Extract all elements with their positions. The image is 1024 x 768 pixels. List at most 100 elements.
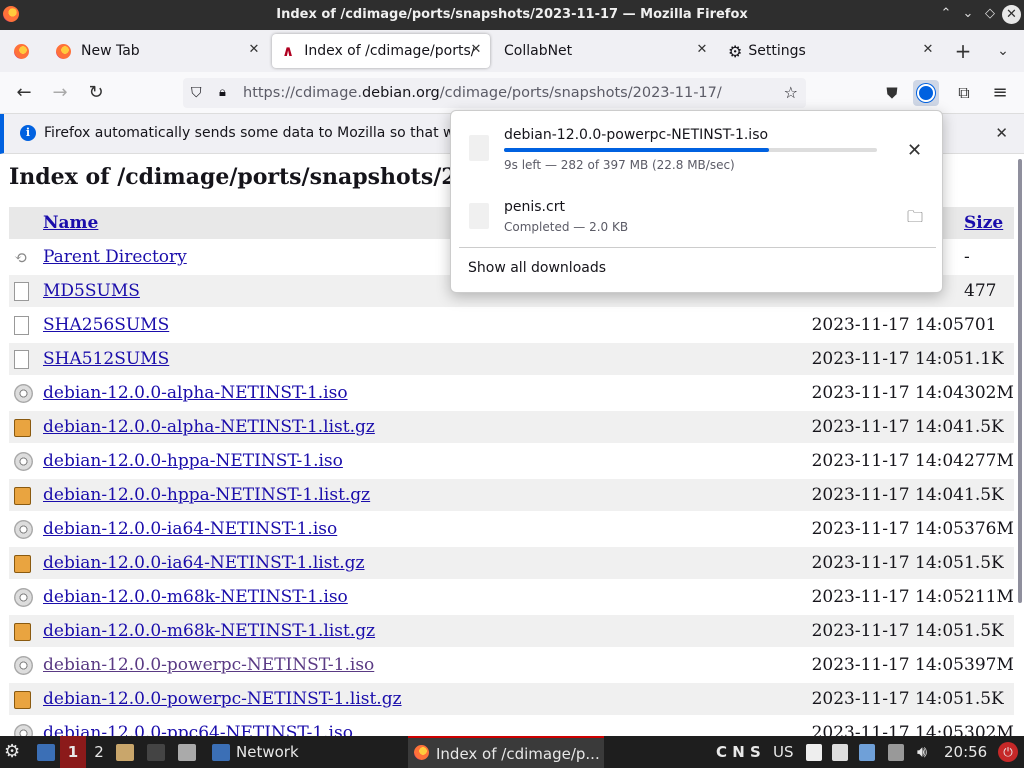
file-link[interactable]: debian-12.0.0-alpha-NETINST-1.iso [43,383,348,403]
file-link[interactable]: SHA512SUMS [43,349,169,369]
tab-new-tab[interactable]: New Tab ✕ [46,34,268,68]
taskbar: ⚙ 1 2 Network Index of /cdimage/p... C N… [0,736,1024,768]
tab-collabnet[interactable]: CollabNet ✕ [494,34,716,68]
table-row: debian-12.0.0-ppc64-NETINST-1.iso 2023-11… [9,717,1014,736]
network-status-icon[interactable] [859,744,875,761]
table-row: debian-12.0.0-ia64-NETINST-1.list.gz 2023… [9,547,1014,579]
name-cell: debian-12.0.0-ia64-NETINST-1.list.gz [43,547,809,579]
disc-icon [14,520,33,539]
url-text[interactable]: https://cdimage.debian.org/cdimage/ports… [243,78,722,108]
size-cell: - [964,247,970,267]
downloads-button[interactable] [913,80,939,106]
file-link[interactable]: SHA256SUMS [43,315,169,335]
disc-icon [14,384,33,403]
debian-favicon-icon: ∧ [282,42,295,60]
extensions-icon[interactable]: ⧉ [951,80,977,106]
file-link[interactable]: debian-12.0.0-hppa-NETINST-1.list.gz [43,485,370,505]
file-link[interactable]: debian-12.0.0-hppa-NETINST-1.iso [43,451,343,471]
reload-button[interactable]: ↻ [83,80,109,106]
text-editor-icon[interactable] [178,744,196,761]
file-link[interactable]: debian-12.0.0-powerpc-NETINST-1.iso [43,655,374,675]
date-cell: 2023-11-17 14:04 [808,411,964,443]
size-cell: 1.5K [964,547,1014,579]
network-window-button[interactable]: Network [236,736,299,768]
firefox-view-icon [13,43,29,59]
size-cell: 302M [964,383,1014,403]
back-button[interactable]: ← [11,80,37,106]
name-sort-link[interactable]: Name [43,213,98,233]
name-cell: debian-12.0.0-ia64-NETINST-1.iso [43,513,809,545]
back-icon: ⟲ [14,247,28,267]
scrollbar[interactable] [1018,159,1022,603]
header-icon-cell [9,207,43,239]
pocket-icon[interactable]: ⛊ [879,80,905,106]
tab-close-icon[interactable]: ✕ [468,42,484,58]
cancel-download-icon[interactable]: ✕ [907,140,922,161]
keep-above-icon[interactable]: ⌃ [936,4,956,24]
app-menu-icon[interactable]: ⚙ [4,736,20,768]
tab-close-icon[interactable]: ✕ [246,42,262,58]
date-cell: 2023-11-17 14:05 [808,615,964,647]
screenshot-icon[interactable] [832,744,848,761]
list-all-tabs-button[interactable]: ⌄ [990,38,1016,64]
file-link[interactable]: Parent Directory [43,247,187,267]
forward-button[interactable]: → [47,80,73,106]
tab-settings[interactable]: ⚙ Settings ✕ [720,34,942,68]
doc-icon [14,316,29,335]
gear-icon: ⚙ [728,41,743,61]
file-link[interactable]: debian-12.0.0-ppc64-NETINST-1.iso [43,723,353,736]
battery-icon[interactable] [888,744,904,761]
row-icon-cell [9,717,43,736]
menu-icon[interactable]: ≡ [987,80,1013,106]
tab-index-of[interactable]: ∧ Index of /cdimage/ports/s ✕ [272,34,490,68]
name-cell: debian-12.0.0-alpha-NETINST-1.iso [43,377,809,409]
maximize-icon[interactable]: ◇ [980,4,1000,24]
doc-icon [14,282,29,301]
tracking-shield-icon[interactable]: ⛉ [191,78,202,108]
date-cell: 2023-11-17 14:04 [811,451,964,471]
file-link[interactable]: debian-12.0.0-ia64-NETINST-1.iso [43,519,337,539]
power-icon[interactable]: ⏻ [998,742,1018,762]
file-link[interactable]: debian-12.0.0-powerpc-NETINST-1.list.gz [43,689,402,709]
minimize-icon[interactable]: ⌄ [958,4,978,24]
size-cell: 477 [964,275,1014,307]
download-name[interactable]: debian-12.0.0-powerpc-NETINST-1.iso [504,127,768,143]
show-desktop-icon[interactable] [37,744,55,761]
terminal-icon[interactable] [147,744,165,761]
file-link[interactable]: debian-12.0.0-m68k-NETINST-1.iso [43,587,348,607]
new-tab-button[interactable]: + [950,38,976,64]
row-icon-cell [9,649,43,681]
workspace-2-button[interactable]: 2 [89,736,109,768]
date-cell: 2023-11-17 14:05 [808,343,964,375]
archive-icon [14,418,31,437]
lock-icon[interactable]: 🔒︎ [219,78,226,108]
size-column-header[interactable]: Size [964,207,1014,239]
firefox-window-button[interactable]: Index of /cdimage/p... [408,736,604,768]
file-manager-icon[interactable] [116,744,134,761]
archive-icon [14,690,31,709]
volume-icon[interactable]: 🔊︎ [917,736,927,768]
open-folder-icon[interactable]: 🗀︎ [907,206,923,233]
url-path: /cdimage/ports/snapshots/2023-11-17/ [439,85,722,101]
download-name[interactable]: penis.crt [504,199,565,215]
tab-close-icon[interactable]: ✕ [694,42,710,58]
table-row: SHA512SUMS 2023-11-17 14:05 1.1K [9,343,1014,375]
firefox-view-button[interactable] [4,34,38,68]
file-link[interactable]: debian-12.0.0-alpha-NETINST-1.list.gz [43,417,375,437]
bookmark-star-icon[interactable]: ☆ [784,78,798,108]
size-cell: 1.5K [964,615,1014,647]
date-cell: 2023-11-17 14:04 [808,479,964,511]
tab-close-icon[interactable]: ✕ [920,42,936,58]
window-close-button[interactable]: ✕ [1002,5,1021,24]
notification-close-icon[interactable]: ✕ [995,124,1008,142]
clipboard-icon[interactable] [806,744,822,761]
url-bar[interactable]: ⛉ 🔒︎ https://cdimage.debian.org/cdimage/… [183,78,806,108]
workspace-1-button[interactable]: 1 [60,736,86,768]
table-row: debian-12.0.0-hppa-NETINST-1.iso 2023-11-… [9,445,1014,477]
show-all-downloads-button[interactable]: Show all downloads [468,260,606,276]
file-link[interactable]: debian-12.0.0-m68k-NETINST-1.list.gz [43,621,375,641]
file-link[interactable]: MD5SUMS [43,281,140,301]
file-link[interactable]: debian-12.0.0-ia64-NETINST-1.list.gz [43,553,365,573]
size-sort-link[interactable]: Size [964,213,1003,233]
keyboard-layout[interactable]: US [773,736,794,768]
